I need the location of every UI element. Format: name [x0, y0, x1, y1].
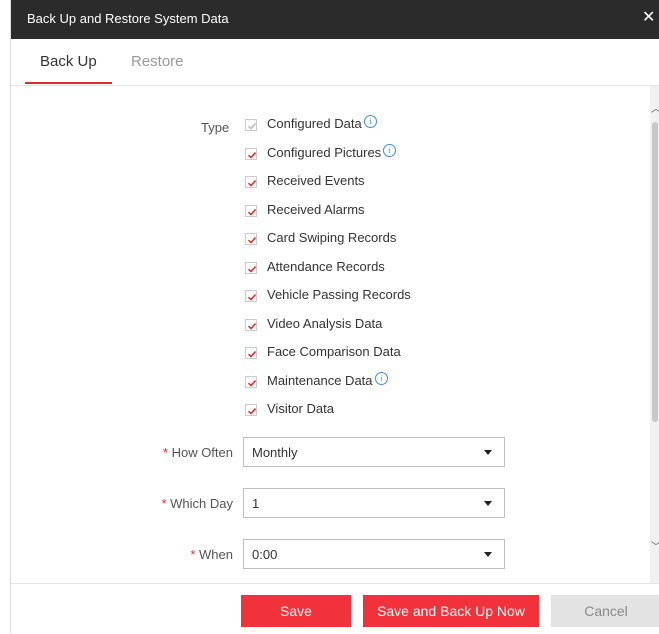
- checkmark-icon: [247, 350, 257, 358]
- checkmark-icon: [247, 379, 257, 387]
- scroll-down-icon[interactable]: ﹀: [651, 538, 659, 553]
- checkbox[interactable]: [245, 318, 257, 331]
- checkbox-label: Video Analysis Data: [267, 315, 383, 331]
- which-day-select[interactable]: 1: [243, 488, 505, 518]
- checkmark-icon: [247, 122, 257, 130]
- checkbox[interactable]: [245, 404, 257, 416]
- checkbox-label: Face Comparison Data: [267, 344, 401, 359]
- how-often-label: * How Often: [162, 445, 233, 460]
- checkbox[interactable]: [245, 147, 257, 160]
- checkbox[interactable]: [245, 375, 257, 388]
- checkmark-icon: [247, 236, 257, 244]
- tab-back-up[interactable]: Back Up: [40, 53, 97, 70]
- checkmark-icon: [247, 265, 257, 273]
- backup-form: Type Configured Data i Configured Pictures…: [11, 86, 659, 583]
- checkbox-label: Card Swiping Records: [267, 230, 397, 245]
- checkmark-icon: [247, 407, 257, 415]
- save-button[interactable]: Save: [241, 595, 351, 627]
- info-icon[interactable]: i: [364, 115, 377, 128]
- when-value: 0:00: [252, 547, 278, 562]
- checkbox[interactable]: [245, 290, 257, 302]
- checkmark-icon: [247, 179, 257, 187]
- checkbox-label: Received Alarms: [267, 201, 365, 217]
- info-icon[interactable]: i: [383, 143, 396, 157]
- checkbox-label: Visitor Data: [267, 401, 334, 416]
- checkbox-label: Configured Data: [267, 116, 362, 131]
- checkbox[interactable]: [245, 233, 257, 245]
- dialog-title: Back Up and Restore System Data: [27, 11, 229, 26]
- checkbox[interactable]: [245, 204, 257, 217]
- checkbox-label: Vehicle Passing Records: [267, 287, 411, 302]
- checkmark-icon: [247, 151, 257, 159]
- when-label: * When: [190, 547, 233, 562]
- tab-bar: Back Up Restore: [11, 39, 659, 86]
- close-icon[interactable]: ✕: [642, 9, 655, 27]
- which-day-label: * Which Day: [161, 496, 233, 511]
- active-tab-indicator: [25, 82, 112, 84]
- dialog-titlebar: Back Up and Restore System Data ✕: [11, 0, 659, 39]
- type-label: Type: [201, 120, 230, 135]
- backup-restore-dialog: Back Up and Restore System Data ✕ Back U…: [10, 0, 659, 633]
- scroll-up-icon[interactable]: ︿: [651, 100, 659, 115]
- checkbox[interactable]: [245, 261, 257, 274]
- vertical-scrollbar[interactable]: ︿ ﹀: [650, 86, 659, 583]
- chevron-down-icon: [484, 552, 492, 557]
- dialog-footer: Save Save and Back Up Now Cancel: [11, 583, 659, 634]
- how-often-value: Monthly: [252, 445, 298, 460]
- when-select[interactable]: 0:00: [243, 539, 505, 569]
- info-icon[interactable]: i: [375, 371, 388, 385]
- checkbox-label: Attendance Records: [267, 258, 385, 274]
- checkmark-icon: [247, 322, 257, 330]
- tab-restore[interactable]: Restore: [131, 53, 184, 70]
- cancel-button[interactable]: Cancel: [551, 595, 659, 627]
- scrollbar-thumb[interactable]: [652, 122, 658, 422]
- how-often-select[interactable]: Monthly: [243, 437, 505, 467]
- chevron-down-icon: [484, 450, 492, 455]
- checkbox-label: Configured Pictures: [267, 144, 382, 160]
- checkmark-icon: [247, 293, 257, 301]
- chevron-down-icon: [484, 501, 492, 506]
- checkbox-label: Received Events: [267, 173, 365, 188]
- which-day-value: 1: [252, 496, 260, 511]
- checkbox[interactable]: [245, 347, 257, 359]
- save-and-back-up-now-button[interactable]: Save and Back Up Now: [363, 595, 539, 627]
- checkbox[interactable]: [245, 176, 257, 188]
- checkbox: [245, 119, 257, 131]
- checkbox-label: Maintenance Data: [267, 372, 373, 388]
- checkmark-icon: [247, 208, 257, 216]
